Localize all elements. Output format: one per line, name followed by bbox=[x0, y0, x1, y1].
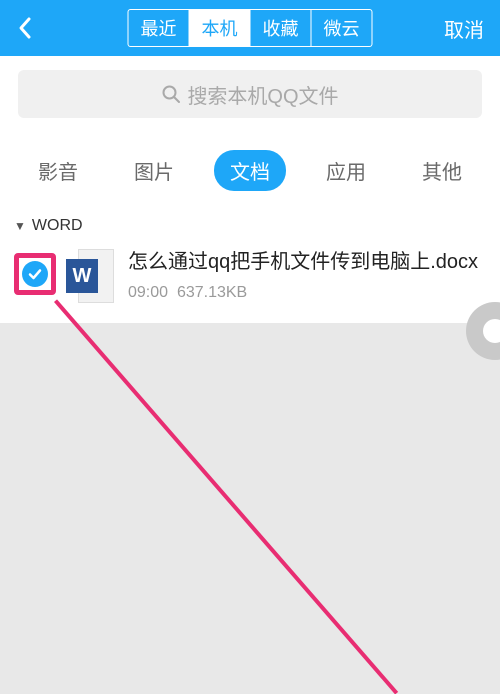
annotation-line bbox=[54, 299, 398, 694]
segment-recent[interactable]: 最近 bbox=[129, 10, 190, 46]
category-tabs: 影音 图片 文档 应用 其他 bbox=[0, 132, 500, 207]
check-circle-icon bbox=[22, 261, 48, 287]
file-checkbox[interactable] bbox=[14, 253, 56, 295]
tab-media[interactable]: 影音 bbox=[22, 150, 94, 191]
section-label: WORD bbox=[32, 217, 83, 235]
search-placeholder: 搜索本机QQ文件 bbox=[187, 80, 338, 109]
fab-inner-icon bbox=[483, 319, 500, 343]
file-section: ▼ WORD W 怎么通过qq把手机文件传到电脑上.docx 09:00 637… bbox=[0, 207, 500, 323]
file-time: 09:00 bbox=[128, 284, 168, 301]
search-container: 搜索本机QQ文件 bbox=[0, 56, 500, 132]
back-button[interactable] bbox=[10, 16, 40, 40]
tab-other[interactable]: 其他 bbox=[406, 150, 478, 191]
file-row[interactable]: W 怎么通过qq把手机文件传到电脑上.docx 09:00 637.13KB bbox=[14, 245, 486, 317]
file-info: 怎么通过qq把手机文件传到电脑上.docx 09:00 637.13KB bbox=[128, 249, 486, 302]
source-segmented-control: 最近 本机 收藏 微云 bbox=[128, 9, 373, 47]
search-icon bbox=[161, 84, 181, 104]
segment-local[interactable]: 本机 bbox=[190, 10, 251, 46]
cancel-button[interactable]: 取消 bbox=[438, 14, 490, 43]
segment-weiyun[interactable]: 微云 bbox=[312, 10, 372, 46]
file-name: 怎么通过qq把手机文件传到电脑上.docx bbox=[128, 249, 486, 276]
chevron-left-icon bbox=[17, 16, 33, 40]
file-meta: 09:00 637.13KB bbox=[128, 284, 486, 302]
word-file-icon: W bbox=[66, 249, 114, 303]
search-input[interactable]: 搜索本机QQ文件 bbox=[18, 70, 482, 118]
tab-apps[interactable]: 应用 bbox=[310, 150, 382, 191]
tab-docs[interactable]: 文档 bbox=[214, 150, 286, 191]
collapse-triangle-icon: ▼ bbox=[14, 219, 26, 233]
file-size: 637.13KB bbox=[177, 284, 247, 301]
tab-images[interactable]: 图片 bbox=[118, 150, 190, 191]
segment-favorites[interactable]: 收藏 bbox=[251, 10, 312, 46]
section-header[interactable]: ▼ WORD bbox=[14, 217, 486, 235]
header-bar: 最近 本机 收藏 微云 取消 bbox=[0, 0, 500, 56]
